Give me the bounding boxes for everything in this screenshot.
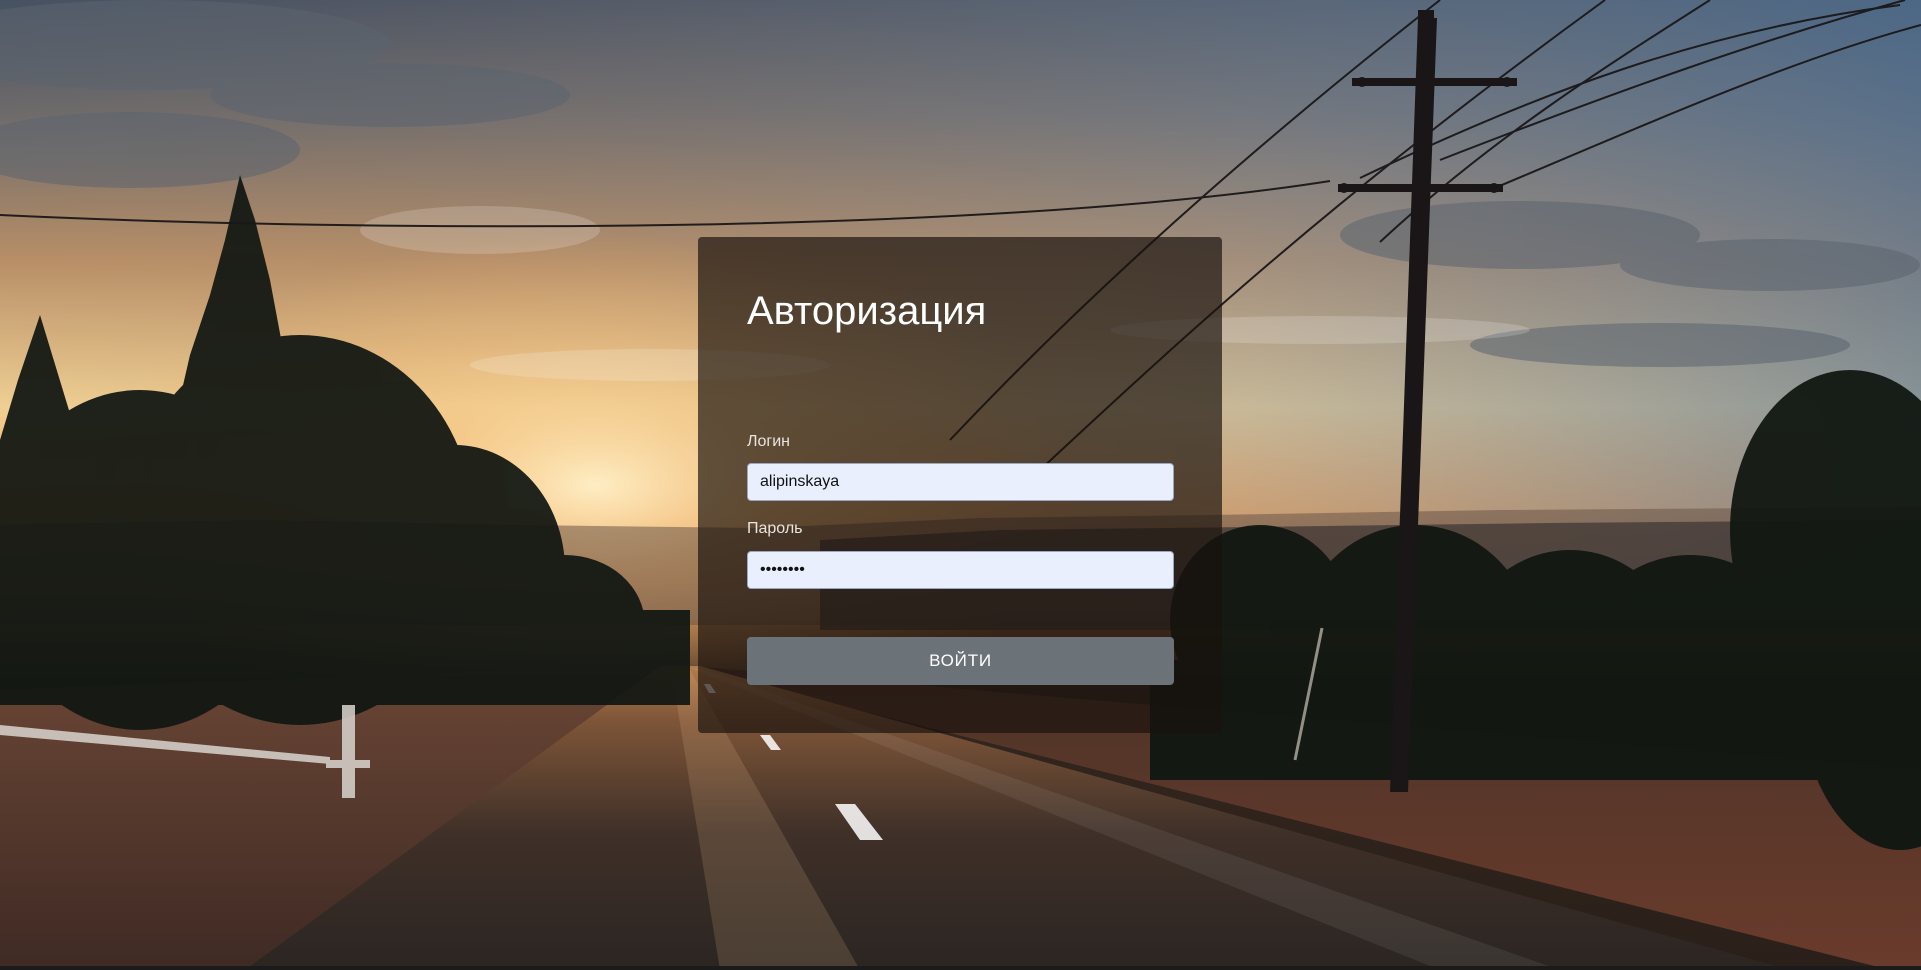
- password-input[interactable]: [747, 551, 1174, 589]
- login-input[interactable]: [747, 463, 1174, 501]
- login-page: Авторизация Логин Пароль ВОЙТИ: [0, 0, 1921, 970]
- password-label: Пароль: [747, 520, 803, 537]
- login-button[interactable]: ВОЙТИ: [747, 637, 1174, 685]
- page-title: Авторизация: [747, 289, 987, 333]
- login-label: Логин: [747, 433, 791, 450]
- bottom-edge: [0, 966, 1921, 970]
- login-card: Авторизация Логин Пароль ВОЙТИ: [698, 237, 1222, 733]
